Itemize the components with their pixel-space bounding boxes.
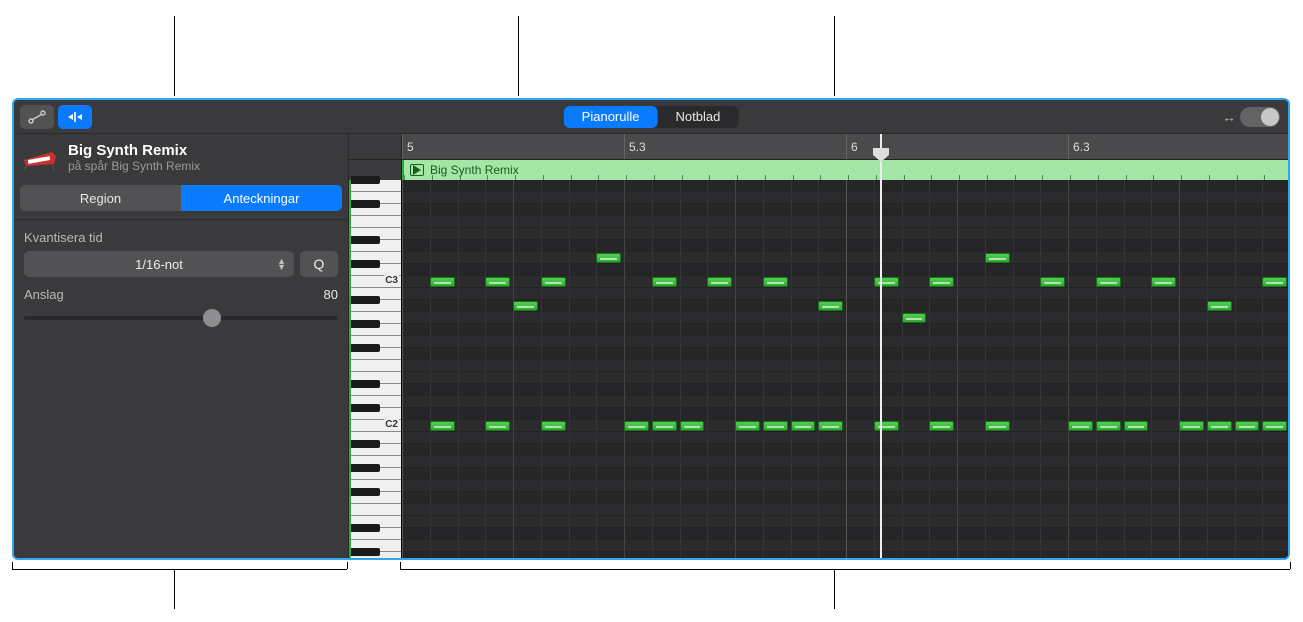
midi-note[interactable] <box>624 421 649 431</box>
inspector-mode-segmented: Region Anteckningar <box>14 181 348 219</box>
key-label: C3 <box>384 275 399 286</box>
horizontal-zoom-icon: ↔ <box>1222 109 1236 125</box>
callout-line <box>174 16 175 96</box>
midi-note[interactable] <box>1262 421 1287 431</box>
tab-score[interactable]: Notblad <box>658 106 739 128</box>
midi-note[interactable] <box>1124 421 1149 431</box>
midi-note[interactable] <box>902 313 927 323</box>
midi-note[interactable] <box>1262 277 1287 287</box>
midi-note[interactable] <box>541 421 566 431</box>
midi-note[interactable] <box>763 421 788 431</box>
quantize-label: Kvantisera tid <box>24 230 338 245</box>
midi-note[interactable] <box>430 277 455 287</box>
note-grid[interactable] <box>402 180 1288 558</box>
automation-tool-button[interactable] <box>20 105 54 129</box>
midi-note[interactable] <box>791 421 816 431</box>
callout-bracket <box>12 569 347 570</box>
callout-bracket-end <box>1290 562 1291 569</box>
callout-bracket-end <box>347 562 348 569</box>
tab-piano-roll[interactable]: Pianorulle <box>564 106 658 128</box>
inspector-panel: Big Synth Remix på spår Big Synth Remix … <box>14 134 349 558</box>
midi-note[interactable] <box>513 301 538 311</box>
midi-note[interactable] <box>985 253 1010 263</box>
ruler-bar-label: 5.3 <box>624 134 646 159</box>
piano-roll-area: 55.366.37 Big Synth Remix C3C2 <box>349 134 1288 558</box>
midi-note[interactable] <box>818 421 843 431</box>
midi-note[interactable] <box>485 277 510 287</box>
chevron-updown-icon: ▲▼ <box>277 258 286 270</box>
editor-window: Pianorulle Notblad ↔ <box>12 98 1290 560</box>
midi-note[interactable] <box>1179 421 1204 431</box>
midi-note[interactable] <box>596 253 621 263</box>
quantize-dropdown[interactable]: 1/16-not ▲▼ <box>24 251 294 277</box>
callout-bracket-end <box>12 562 13 569</box>
midi-note[interactable] <box>1096 277 1121 287</box>
callout-line <box>834 16 835 96</box>
midi-note[interactable] <box>1096 421 1121 431</box>
view-tabs: Pianorulle Notblad <box>564 106 739 128</box>
automation-icon <box>28 110 46 124</box>
time-ruler[interactable]: 55.366.37 <box>349 134 1288 160</box>
midi-note[interactable] <box>652 421 677 431</box>
midi-note[interactable] <box>1068 421 1093 431</box>
midi-note[interactable] <box>652 277 677 287</box>
ruler-bar-label: 5 <box>402 134 414 159</box>
midi-note[interactable] <box>1151 277 1176 287</box>
midi-note[interactable] <box>874 277 899 287</box>
catch-playhead-button[interactable] <box>58 105 92 129</box>
ruler-bar-label: 6.3 <box>1068 134 1090 159</box>
midi-note[interactable] <box>985 421 1010 431</box>
midi-note[interactable] <box>763 277 788 287</box>
velocity-slider[interactable] <box>24 308 338 328</box>
velocity-label: Anslag <box>24 287 64 302</box>
zoom-toggle[interactable] <box>1240 107 1280 127</box>
quantize-value: 1/16-not <box>135 257 183 272</box>
inspector-tab-region[interactable]: Region <box>20 185 181 211</box>
midi-note[interactable] <box>929 421 954 431</box>
midi-note[interactable] <box>1040 277 1065 287</box>
ruler-bar-label: 6 <box>846 134 858 159</box>
midi-note[interactable] <box>430 421 455 431</box>
velocity-value: 80 <box>324 287 338 302</box>
callout-bracket <box>400 569 1290 570</box>
slider-knob[interactable] <box>203 309 221 327</box>
midi-note[interactable] <box>680 421 705 431</box>
editor-toolbar: Pianorulle Notblad ↔ <box>14 100 1288 134</box>
midi-note[interactable] <box>874 421 899 431</box>
midi-note[interactable] <box>1235 421 1260 431</box>
region-subtitle: på spår Big Synth Remix <box>68 159 200 173</box>
midi-note[interactable] <box>707 277 732 287</box>
midi-note[interactable] <box>485 421 510 431</box>
callout-bracket-end <box>400 562 401 569</box>
switch-knob <box>1261 108 1279 126</box>
region-strip[interactable]: Big Synth Remix <box>402 160 1288 180</box>
midi-note[interactable] <box>735 421 760 431</box>
midi-note[interactable] <box>1207 421 1232 431</box>
key-label: C2 <box>384 419 399 430</box>
midi-note[interactable] <box>929 277 954 287</box>
catch-icon <box>66 110 84 124</box>
piano-keyboard[interactable]: C3 C2 <box>349 180 402 558</box>
midi-note[interactable] <box>541 277 566 287</box>
instrument-keyboard-icon <box>22 146 58 170</box>
inspector-tab-notes[interactable]: Anteckningar <box>181 185 342 211</box>
callout-line <box>174 569 175 609</box>
region-title: Big Synth Remix <box>68 142 200 159</box>
callout-line <box>518 16 519 96</box>
midi-note[interactable] <box>1207 301 1232 311</box>
midi-note[interactable] <box>818 301 843 311</box>
callout-line <box>834 569 835 609</box>
quantize-apply-button[interactable]: Q <box>300 251 338 277</box>
